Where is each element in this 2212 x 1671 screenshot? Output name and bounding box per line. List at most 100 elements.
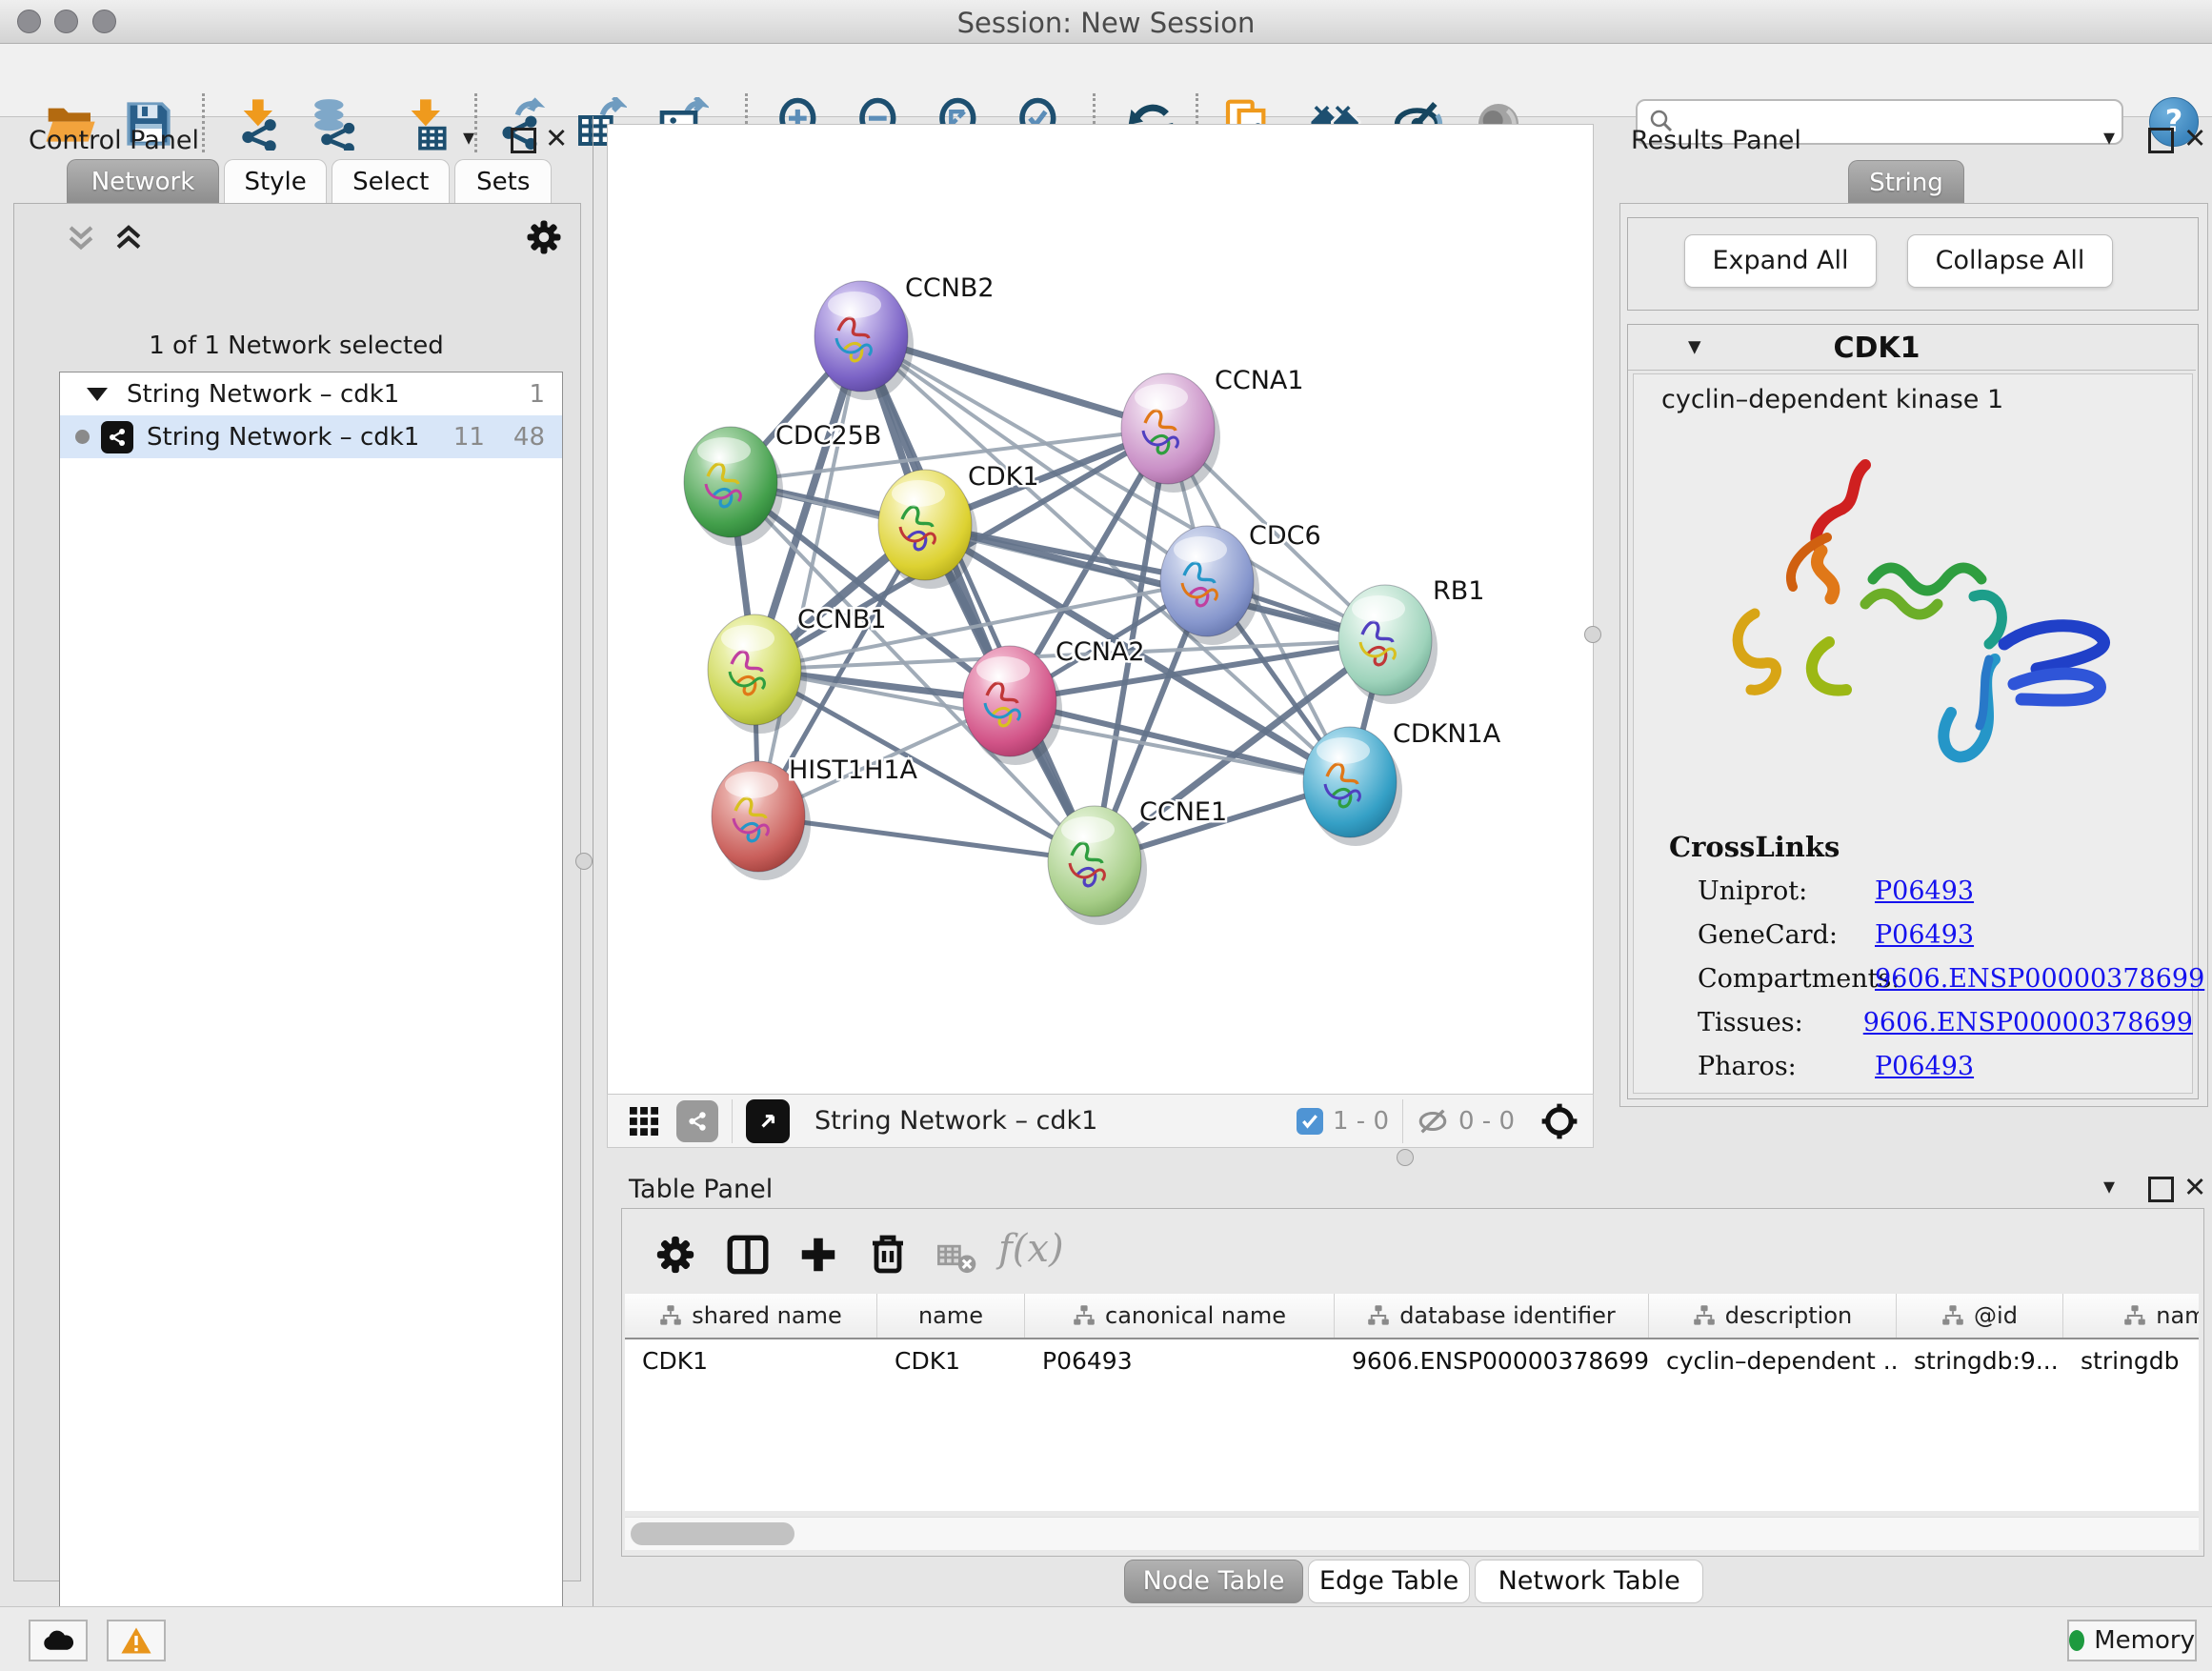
node-label-CDKN1A: CDKN1A [1393, 719, 1501, 749]
node-label-CCNB1: CCNB1 [797, 605, 887, 634]
selected-count-checkbox[interactable] [1297, 1108, 1323, 1135]
results-panel-float-icon[interactable] [2148, 128, 2174, 153]
crosslink-label: Tissues: [1698, 1008, 1863, 1037]
scrollbar-thumb[interactable] [631, 1522, 794, 1545]
table-settings-gear-icon[interactable] [654, 1233, 697, 1277]
crosslinks-list: Uniprot:P06493GeneCard:P06493Compartment… [1698, 869, 2193, 1088]
crosslink-link[interactable]: 9606.ENSP00000378699 [1875, 964, 2204, 994]
table-cell[interactable]: 9606.ENSP00000378699 [1335, 1347, 1649, 1375]
table-cell[interactable]: P06493 [1025, 1347, 1335, 1375]
node-CDK1[interactable]: CDK1 [878, 462, 1039, 589]
table-panel-float-icon[interactable] [2148, 1177, 2174, 1202]
create-column-icon[interactable] [796, 1233, 840, 1277]
table-cell[interactable]: stringdb [2063, 1347, 2199, 1375]
node-HIST1H1A[interactable]: HIST1H1A [712, 755, 918, 880]
control-panel-collapse-icon[interactable]: ▾ [463, 124, 474, 151]
table-row[interactable]: CDK1CDK1P064939606.ENSP00000378699cyclin… [625, 1339, 2199, 1381]
delete-table-icon-disabled[interactable] [935, 1238, 977, 1277]
control-panel: Control Panel ▾ ✕ Network Style Select S… [0, 116, 593, 1606]
network-canvas[interactable]: CCNB2CCNA1CDC25BCDK1CDC6RB1CCNB1CCNA2CDK… [607, 124, 1594, 1096]
crosslink-row: Compartments:9606.ENSP00000378699 [1698, 956, 2193, 1000]
expand-all-button[interactable]: Expand All [1684, 234, 1877, 288]
cloud-status-button[interactable] [29, 1620, 88, 1661]
gene-name: CDK1 [1781, 332, 1972, 365]
network-row-selected[interactable]: String Network – cdk1 11 48 [60, 415, 562, 458]
birds-eye-view-icon[interactable] [1539, 1101, 1579, 1141]
selected-count-badge: 1 - 0 [1333, 1107, 1389, 1136]
tab-network[interactable]: Network [67, 159, 219, 204]
table-panel-collapse-icon[interactable]: ▾ [2103, 1173, 2115, 1199]
shared-column-icon [1073, 1304, 1096, 1327]
gene-collapse-icon[interactable]: ▾ [1688, 332, 1701, 361]
horizontal-splitter-grip[interactable] [1397, 1149, 1414, 1166]
crosslink-label: GeneCard: [1698, 920, 1875, 950]
vertical-splitter-grip[interactable] [1584, 626, 1601, 643]
network-collection-row[interactable]: String Network – cdk1 1 [60, 372, 562, 415]
column-header-name[interactable]: name [877, 1294, 1025, 1338]
delete-column-icon[interactable] [865, 1231, 911, 1277]
column-header-canonical-name[interactable]: canonical name [1025, 1294, 1335, 1338]
open-view-in-window-icon[interactable] [746, 1099, 790, 1143]
tab-edge-table[interactable]: Edge Table [1308, 1560, 1470, 1603]
crosslink-link[interactable]: P06493 [1875, 920, 1974, 950]
expand-all-networks-icon[interactable] [111, 223, 147, 255]
cloud-icon [41, 1627, 75, 1654]
view-grid-icon[interactable] [627, 1104, 661, 1138]
node-table: shared namename canonical name database id… [625, 1294, 2199, 1511]
network-options-gear-icon[interactable] [524, 217, 564, 257]
column-header-description[interactable]: description [1649, 1294, 1897, 1338]
tab-select[interactable]: Select [332, 159, 450, 204]
table-header-row: shared namename canonical name database id… [625, 1294, 2199, 1339]
node-CDC25B[interactable]: CDC25B [684, 421, 881, 546]
tab-network-table[interactable]: Network Table [1475, 1560, 1703, 1603]
node-label-CCNE1: CCNE1 [1139, 797, 1227, 827]
crosslink-link[interactable]: P06493 [1875, 1052, 1974, 1081]
show-columns-icon[interactable] [724, 1231, 772, 1278]
tab-sets[interactable]: Sets [454, 159, 552, 204]
control-panel-float-icon[interactable] [511, 128, 536, 153]
node-CCNE1[interactable]: CCNE1 [1048, 797, 1227, 925]
toolbar-separator [732, 1099, 733, 1143]
control-panel-close-icon[interactable]: ✕ [545, 122, 568, 154]
node-CDC6[interactable]: CDC6 [1160, 521, 1321, 645]
results-panel-close-icon[interactable]: ✕ [2183, 122, 2206, 154]
crosslink-link[interactable]: 9606.ENSP00000378699 [1863, 1008, 2193, 1037]
network-type-icon [101, 421, 133, 453]
node-label-CCNA2: CCNA2 [1056, 637, 1145, 667]
network-node-count: 11 [453, 423, 485, 452]
tab-node-table[interactable]: Node Table [1124, 1560, 1303, 1603]
hidden-count-eye-icon [1417, 1105, 1449, 1137]
column-header-database-identifier[interactable]: database identifier [1335, 1294, 1649, 1338]
column-header-label: canonical name [1105, 1302, 1286, 1329]
results-panel-collapse-icon[interactable]: ▾ [2103, 124, 2115, 151]
collapse-all-button[interactable]: Collapse All [1907, 234, 2113, 288]
column-header-namespace[interactable]: namespace [2063, 1294, 2199, 1338]
table-cell[interactable]: stringdb:9... [1897, 1347, 2063, 1375]
tab-string[interactable]: String [1848, 160, 1964, 205]
table-cell[interactable]: cyclin–dependent ... [1649, 1347, 1897, 1375]
table-cell[interactable]: CDK1 [877, 1347, 1025, 1375]
warning-status-button[interactable] [107, 1620, 166, 1661]
table-cell[interactable]: CDK1 [625, 1347, 877, 1375]
column-header--id[interactable]: @id [1897, 1294, 2063, 1338]
tree-expand-icon[interactable] [87, 388, 108, 401]
tab-style[interactable]: Style [224, 159, 327, 204]
function-builder-icon[interactable]: f(x) [998, 1227, 1064, 1271]
table-horizontal-scrollbar[interactable] [625, 1517, 2199, 1550]
shared-column-icon [1941, 1304, 1964, 1327]
vertical-splitter-grip[interactable] [575, 853, 593, 870]
node-CCNB2[interactable]: CCNB2 [814, 273, 995, 400]
control-panel-title: Control Panel [29, 126, 199, 155]
collapse-all-networks-icon[interactable] [63, 223, 99, 255]
protein-structure-image [1705, 444, 2124, 796]
node-CCNB1[interactable]: CCNB1 [708, 605, 887, 734]
memory-status-button[interactable]: Memory [2067, 1620, 2197, 1661]
node-CDKN1A[interactable]: CDKN1A [1303, 719, 1501, 846]
node-label-CCNB2: CCNB2 [905, 273, 995, 303]
node-RB1[interactable]: RB1 [1338, 576, 1484, 704]
column-header-shared-name[interactable]: shared name [625, 1294, 877, 1338]
table-panel-close-icon[interactable]: ✕ [2183, 1171, 2206, 1203]
edge-CCNB2-HIST1H1A[interactable] [758, 336, 861, 816]
view-share-icon[interactable] [676, 1100, 718, 1142]
crosslink-link[interactable]: P06493 [1875, 876, 1974, 906]
